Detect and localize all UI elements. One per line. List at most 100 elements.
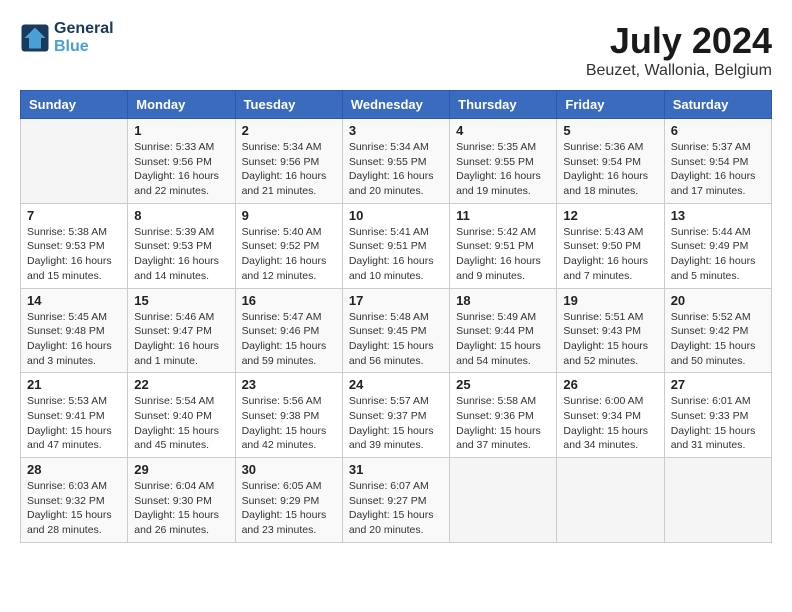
calendar-week-1: 1 Sunrise: 5:33 AM Sunset: 9:56 PM Daylig… [21, 119, 772, 204]
day-info: Sunrise: 6:04 AM Sunset: 9:30 PM Dayligh… [134, 479, 228, 538]
day-number: 15 [134, 293, 228, 308]
day-number: 17 [349, 293, 443, 308]
day-info: Sunrise: 5:47 AM Sunset: 9:46 PM Dayligh… [242, 310, 336, 369]
day-number: 19 [563, 293, 657, 308]
location-subtitle: Beuzet, Wallonia, Belgium [586, 62, 772, 80]
day-number: 31 [349, 462, 443, 477]
calendar-week-2: 7 Sunrise: 5:38 AM Sunset: 9:53 PM Daylig… [21, 203, 772, 288]
day-number: 22 [134, 377, 228, 392]
calendar-cell: 22 Sunrise: 5:54 AM Sunset: 9:40 PM Dayli… [128, 373, 235, 458]
calendar-cell [664, 458, 771, 543]
calendar-cell: 8 Sunrise: 5:39 AM Sunset: 9:53 PM Daylig… [128, 203, 235, 288]
title-block: July 2024 Beuzet, Wallonia, Belgium [586, 20, 772, 80]
calendar-cell: 20Sunrise: 5:52 AM Sunset: 9:42 PM Dayli… [664, 288, 771, 373]
day-number: 4 [456, 123, 550, 138]
day-info: Sunrise: 5:39 AM Sunset: 9:53 PM Dayligh… [134, 225, 228, 284]
calendar-cell: 18 Sunrise: 5:49 AM Sunset: 9:44 PM Dayli… [450, 288, 557, 373]
day-number: 3 [349, 123, 443, 138]
calendar-cell: 31Sunrise: 6:07 AM Sunset: 9:27 PM Dayli… [342, 458, 449, 543]
day-number: 24 [349, 377, 443, 392]
day-info: Sunrise: 6:03 AM Sunset: 9:32 PM Dayligh… [27, 479, 121, 538]
calendar-cell: 15 Sunrise: 5:46 AM Sunset: 9:47 PM Dayli… [128, 288, 235, 373]
day-info: Sunrise: 5:56 AM Sunset: 9:38 PM Dayligh… [242, 394, 336, 453]
day-number: 5 [563, 123, 657, 138]
day-info: Sunrise: 5:44 AM Sunset: 9:49 PM Dayligh… [671, 225, 765, 284]
calendar-cell: 19 Sunrise: 5:51 AM Sunset: 9:43 PM Dayli… [557, 288, 664, 373]
day-number: 2 [242, 123, 336, 138]
day-info: Sunrise: 5:40 AM Sunset: 9:52 PM Dayligh… [242, 225, 336, 284]
calendar-cell: 25 Sunrise: 5:58 AM Sunset: 9:36 PM Dayli… [450, 373, 557, 458]
logo: General Blue [20, 20, 114, 56]
calendar-cell [21, 119, 128, 204]
day-info: Sunrise: 5:36 AM Sunset: 9:54 PM Dayligh… [563, 140, 657, 199]
day-info: Sunrise: 5:33 AM Sunset: 9:56 PM Dayligh… [134, 140, 228, 199]
day-info: Sunrise: 5:38 AM Sunset: 9:53 PM Dayligh… [27, 225, 121, 284]
calendar-cell: 3Sunrise: 5:34 AM Sunset: 9:55 PM Daylig… [342, 119, 449, 204]
day-info: Sunrise: 5:57 AM Sunset: 9:37 PM Dayligh… [349, 394, 443, 453]
header-day-thursday: Thursday [450, 91, 557, 119]
day-number: 21 [27, 377, 121, 392]
day-info: Sunrise: 5:49 AM Sunset: 9:44 PM Dayligh… [456, 310, 550, 369]
day-number: 14 [27, 293, 121, 308]
day-info: Sunrise: 5:34 AM Sunset: 9:56 PM Dayligh… [242, 140, 336, 199]
day-info: Sunrise: 5:58 AM Sunset: 9:36 PM Dayligh… [456, 394, 550, 453]
day-number: 28 [27, 462, 121, 477]
day-number: 6 [671, 123, 765, 138]
calendar-cell: 9Sunrise: 5:40 AM Sunset: 9:52 PM Daylig… [235, 203, 342, 288]
day-number: 25 [456, 377, 550, 392]
day-info: Sunrise: 5:45 AM Sunset: 9:48 PM Dayligh… [27, 310, 121, 369]
day-number: 10 [349, 208, 443, 223]
calendar-cell: 28 Sunrise: 6:03 AM Sunset: 9:32 PM Dayli… [21, 458, 128, 543]
day-number: 1 [134, 123, 228, 138]
calendar-cell: 4 Sunrise: 5:35 AM Sunset: 9:55 PM Daylig… [450, 119, 557, 204]
day-number: 23 [242, 377, 336, 392]
calendar-cell: 1 Sunrise: 5:33 AM Sunset: 9:56 PM Daylig… [128, 119, 235, 204]
day-number: 7 [27, 208, 121, 223]
calendar-cell: 17 Sunrise: 5:48 AM Sunset: 9:45 PM Dayli… [342, 288, 449, 373]
calendar-header: SundayMondayTuesdayWednesdayThursdayFrid… [21, 91, 772, 119]
calendar-week-5: 28 Sunrise: 6:03 AM Sunset: 9:32 PM Dayli… [21, 458, 772, 543]
calendar-cell: 14 Sunrise: 5:45 AM Sunset: 9:48 PM Dayli… [21, 288, 128, 373]
calendar-cell: 11Sunrise: 5:42 AM Sunset: 9:51 PM Dayli… [450, 203, 557, 288]
day-number: 30 [242, 462, 336, 477]
header-day-wednesday: Wednesday [342, 91, 449, 119]
logo-icon [20, 23, 50, 53]
calendar-cell: 29Sunrise: 6:04 AM Sunset: 9:30 PM Dayli… [128, 458, 235, 543]
day-info: Sunrise: 5:43 AM Sunset: 9:50 PM Dayligh… [563, 225, 657, 284]
calendar-cell: 26Sunrise: 6:00 AM Sunset: 9:34 PM Dayli… [557, 373, 664, 458]
day-info: Sunrise: 5:35 AM Sunset: 9:55 PM Dayligh… [456, 140, 550, 199]
day-info: Sunrise: 5:48 AM Sunset: 9:45 PM Dayligh… [349, 310, 443, 369]
header-day-saturday: Saturday [664, 91, 771, 119]
calendar-cell: 27 Sunrise: 6:01 AM Sunset: 9:33 PM Dayli… [664, 373, 771, 458]
day-info: Sunrise: 5:37 AM Sunset: 9:54 PM Dayligh… [671, 140, 765, 199]
day-info: Sunrise: 6:00 AM Sunset: 9:34 PM Dayligh… [563, 394, 657, 453]
day-info: Sunrise: 5:46 AM Sunset: 9:47 PM Dayligh… [134, 310, 228, 369]
day-number: 8 [134, 208, 228, 223]
day-number: 16 [242, 293, 336, 308]
day-number: 11 [456, 208, 550, 223]
header-day-sunday: Sunday [21, 91, 128, 119]
day-number: 18 [456, 293, 550, 308]
day-number: 12 [563, 208, 657, 223]
calendar-cell: 16 Sunrise: 5:47 AM Sunset: 9:46 PM Dayli… [235, 288, 342, 373]
calendar-cell: 21Sunrise: 5:53 AM Sunset: 9:41 PM Dayli… [21, 373, 128, 458]
calendar-cell: 2 Sunrise: 5:34 AM Sunset: 9:56 PM Daylig… [235, 119, 342, 204]
day-info: Sunrise: 6:01 AM Sunset: 9:33 PM Dayligh… [671, 394, 765, 453]
header-day-monday: Monday [128, 91, 235, 119]
day-info: Sunrise: 6:05 AM Sunset: 9:29 PM Dayligh… [242, 479, 336, 538]
day-info: Sunrise: 5:54 AM Sunset: 9:40 PM Dayligh… [134, 394, 228, 453]
calendar-cell: 24 Sunrise: 5:57 AM Sunset: 9:37 PM Dayli… [342, 373, 449, 458]
logo-text-line1: General [54, 20, 114, 38]
calendar-week-3: 14 Sunrise: 5:45 AM Sunset: 9:48 PM Dayli… [21, 288, 772, 373]
day-number: 20 [671, 293, 765, 308]
month-title: July 2024 [586, 20, 772, 62]
day-info: Sunrise: 5:41 AM Sunset: 9:51 PM Dayligh… [349, 225, 443, 284]
calendar-cell: 30 Sunrise: 6:05 AM Sunset: 9:29 PM Dayli… [235, 458, 342, 543]
calendar-week-4: 21Sunrise: 5:53 AM Sunset: 9:41 PM Dayli… [21, 373, 772, 458]
day-number: 27 [671, 377, 765, 392]
day-info: Sunrise: 5:51 AM Sunset: 9:43 PM Dayligh… [563, 310, 657, 369]
calendar-cell: 6 Sunrise: 5:37 AM Sunset: 9:54 PM Daylig… [664, 119, 771, 204]
logo-text-line2: Blue [54, 38, 114, 56]
calendar-cell: 23 Sunrise: 5:56 AM Sunset: 9:38 PM Dayli… [235, 373, 342, 458]
calendar-cell [557, 458, 664, 543]
